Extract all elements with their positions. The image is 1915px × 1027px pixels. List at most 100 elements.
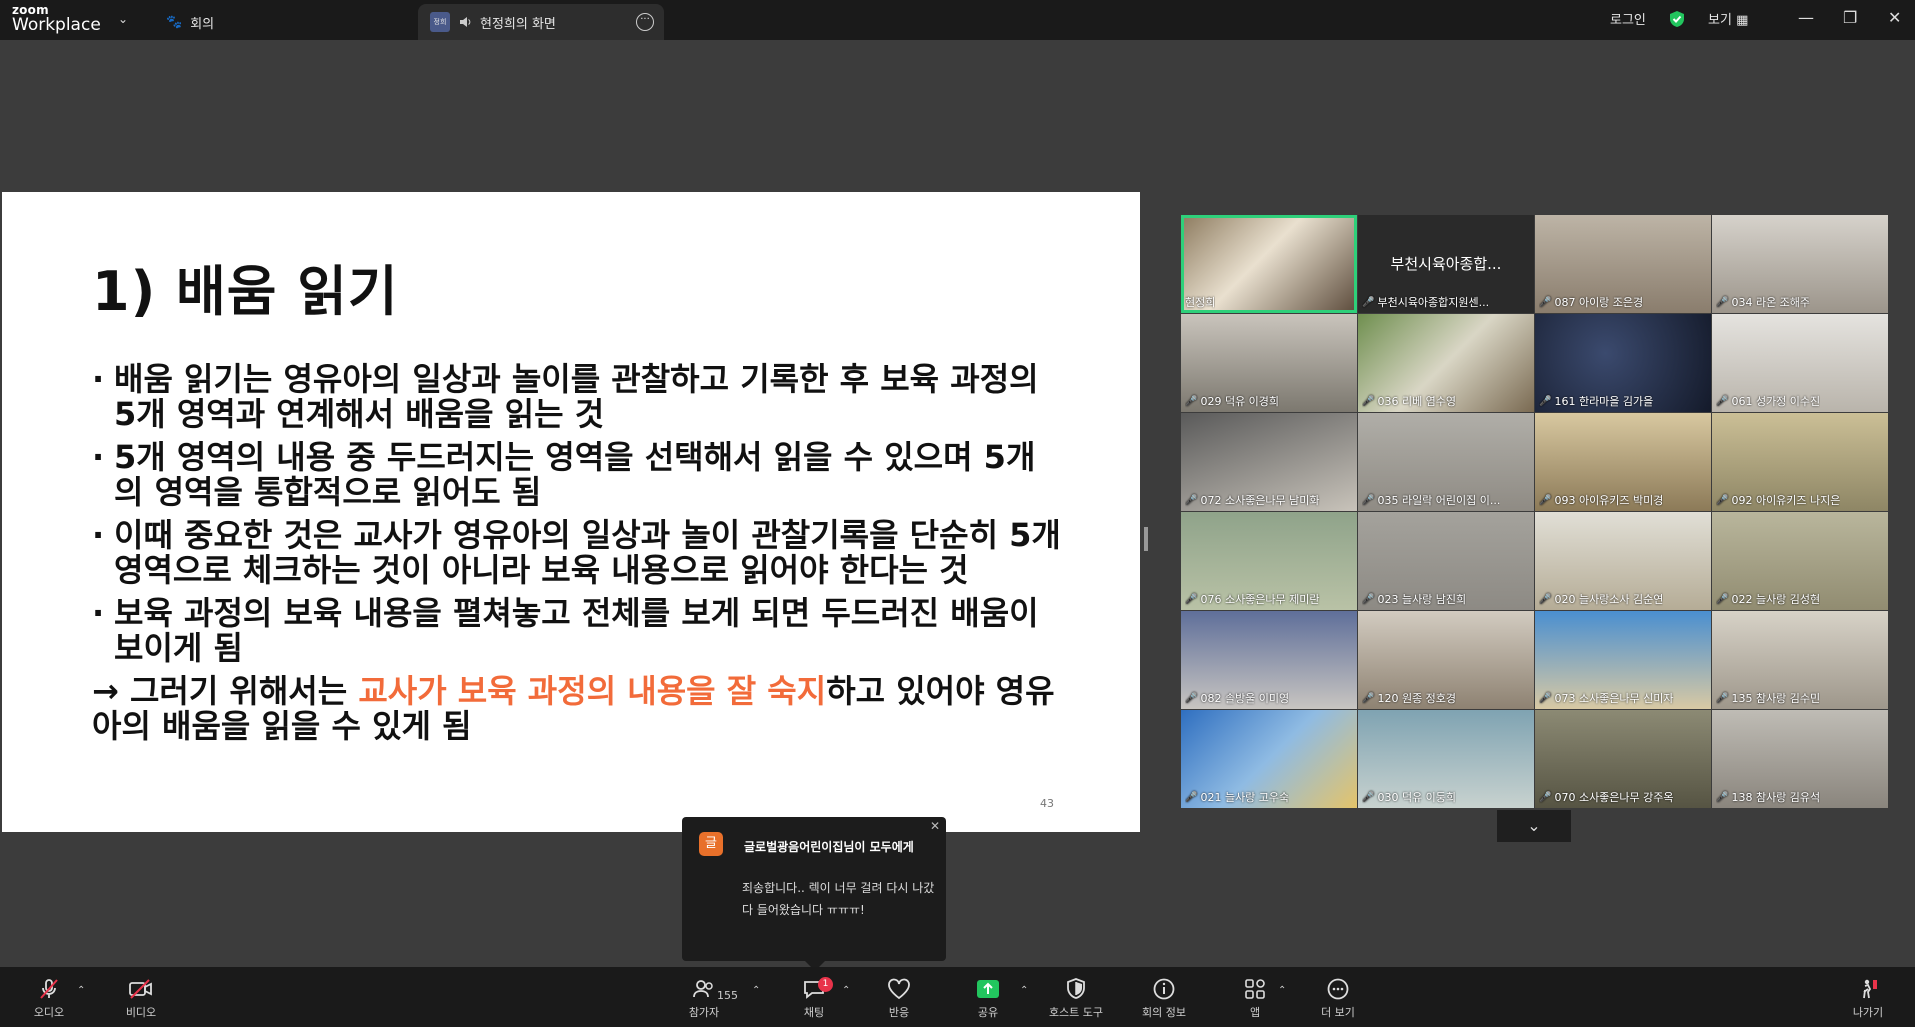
split-resize-handle[interactable]: [1144, 527, 1148, 551]
host-tools-label: 호스트 도구: [1048, 1006, 1104, 1019]
participant-tile[interactable]: 🎤 029 덕유 이경희: [1181, 314, 1357, 412]
tab-meeting[interactable]: 🐾 회의: [166, 4, 214, 40]
apps-options-caret[interactable]: ⌃: [1278, 985, 1286, 996]
participant-tile[interactable]: 🎤 161 한라마을 김가을: [1535, 314, 1711, 412]
minimize-icon[interactable]: —: [1798, 8, 1814, 27]
close-icon[interactable]: ✕: [930, 819, 940, 833]
share-options-caret[interactable]: ⌃: [1020, 985, 1028, 996]
participant-name: 161 한라마을 김가을: [1554, 395, 1654, 408]
participant-tile[interactable]: 🎤 061 성가정 이수진: [1712, 314, 1888, 412]
mic-muted-icon: 🎤: [1716, 494, 1729, 506]
chat-button[interactable]: 1 채팅: [774, 975, 854, 1020]
participant-name: 부천시육아종합지원센...: [1377, 296, 1490, 309]
brand-bottom: Workplace: [12, 15, 101, 35]
participants-button[interactable]: 155 참가자: [664, 975, 744, 1020]
share-button[interactable]: 공유: [948, 975, 1028, 1020]
participant-tile[interactable]: 🎤 087 아이랑 조은경: [1535, 215, 1711, 313]
participant-name: 135 참사랑 김수민: [1731, 692, 1821, 705]
participant-name: 029 덕유 이경희: [1200, 395, 1280, 408]
tab-meeting-label: 회의: [190, 16, 215, 32]
mic-muted-icon: 🎤: [1362, 395, 1375, 407]
chat-label: 채팅: [803, 1006, 825, 1019]
slide-bullet: · 5개 영역의 내용 중 두드러지는 영역을 선택해서 읽을 수 있으며 5개의…: [92, 440, 1062, 510]
mic-muted-icon: 🎤: [1539, 395, 1552, 407]
participant-name: 138 참사랑 김유석: [1731, 791, 1821, 804]
tab-screen-share[interactable]: 정희 현정희의 화면 ···: [418, 4, 664, 40]
participant-tile[interactable]: 🎤 034 라온 조해주: [1712, 215, 1888, 313]
participant-tile[interactable]: 🎤 072 소사좋은나무 남미화: [1181, 413, 1357, 511]
participant-tile[interactable]: 🎤 138 참사랑 김유석: [1712, 710, 1888, 808]
participant-tile[interactable]: 🎤 021 늘사랑 고우숙: [1181, 710, 1357, 808]
participant-name-label: 🎤 070 소사좋은나무 강주옥: [1539, 789, 1674, 805]
video-gallery: 현정희 부천시육아종합... 🎤 부천시육아종합지원센... 🎤 087 아이랑 조은경 🎤…: [1181, 215, 1888, 808]
login-link[interactable]: 로그인: [1610, 9, 1646, 28]
leave-button[interactable]: 나가기: [1828, 975, 1908, 1020]
view-menu[interactable]: 보기 ▦: [1708, 9, 1748, 28]
participant-tile[interactable]: 부천시육아종합... 🎤 부천시육아종합지원센...: [1358, 215, 1534, 313]
chat-unread-badge: 1: [818, 977, 833, 992]
participant-tile[interactable]: 🎤 020 늘사랑소사 김순연: [1535, 512, 1711, 610]
zoom-workplace-logo[interactable]: zoom Workplace: [12, 4, 101, 34]
participant-name-label: 🎤 061 성가정 이수진: [1716, 393, 1820, 409]
participant-name-label: 🎤 030 덕유 이둥희: [1362, 789, 1456, 805]
shield-check-icon[interactable]: [1668, 10, 1686, 28]
participant-name: 073 소사좋은나무 신미자: [1554, 692, 1674, 705]
more-icon[interactable]: ···: [636, 13, 654, 31]
participant-name: 076 소사좋은나무 제미란: [1200, 593, 1320, 606]
audio-button[interactable]: 오디오: [9, 975, 89, 1020]
gallery-next-page-button[interactable]: ⌄: [1497, 810, 1571, 842]
chat-sender-avatar: 글: [699, 832, 723, 856]
mic-muted-icon: 🎤: [1362, 593, 1375, 605]
participant-tile[interactable]: 🎤 093 아이유키즈 박미경: [1535, 413, 1711, 511]
mic-muted-icon: 🎤: [1539, 296, 1552, 308]
participant-display-name: 부천시육아종합...: [1390, 255, 1502, 273]
participant-tile[interactable]: 🎤 076 소사좋은나무 제미란: [1181, 512, 1357, 610]
participant-tile[interactable]: 🎤 030 덕유 이둥희: [1358, 710, 1534, 808]
mic-muted-icon: 🎤: [1539, 593, 1552, 605]
participant-name: 020 늘사랑소사 김순연: [1554, 593, 1664, 606]
chat-options-caret[interactable]: ⌃: [842, 985, 850, 996]
mic-muted-icon: 🎤: [1716, 692, 1729, 704]
apps-button[interactable]: 앱: [1215, 975, 1295, 1020]
audio-options-caret[interactable]: ⌃: [77, 985, 85, 996]
participant-name-label: 🎤 092 아이유키즈 나지은: [1716, 492, 1840, 508]
meeting-toolbar: 오디오 ⌃ 비디오 155 참가자 ⌃ 1 채팅 ⌃ 반응 공유 ⌃ 호스트 도…: [0, 967, 1915, 1027]
participant-name-label: 🎤 135 참사랑 김수민: [1716, 690, 1820, 706]
meeting-info-button[interactable]: 회의 정보: [1124, 975, 1204, 1020]
video-off-icon: [129, 979, 152, 999]
participant-name-label: 🎤 023 늘사랑 남진희: [1362, 591, 1466, 607]
share-screen-icon: [977, 980, 999, 998]
chevron-down-icon[interactable]: ⌄: [118, 12, 128, 26]
participant-name: 023 늘사랑 남진희: [1377, 593, 1467, 606]
participant-tile[interactable]: 현정희: [1181, 215, 1357, 313]
close-icon[interactable]: ✕: [1888, 8, 1901, 27]
participant-tile[interactable]: 🎤 135 참사랑 김수민: [1712, 611, 1888, 709]
reactions-button[interactable]: 반응: [859, 975, 939, 1020]
mic-muted-icon: 🎤: [1185, 494, 1198, 506]
participant-tile[interactable]: 🎤 120 원종 정호경: [1358, 611, 1534, 709]
participant-tile[interactable]: 🎤 023 늘사랑 남진희: [1358, 512, 1534, 610]
participant-name-label: 🎤 120 원종 정호경: [1362, 690, 1456, 706]
chat-notification[interactable]: 글 글로벌광음어린이집님이 모두에게 ✕ 죄송합니다.. 렉이 너무 걸려 다시…: [682, 817, 946, 971]
restore-icon[interactable]: ❐: [1843, 8, 1857, 27]
slide-bullet: · 배움 읽기는 영유아의 일상과 놀이를 관찰하고 기록한 후 보육 과정의 5…: [92, 362, 1062, 432]
leave-label: 나가기: [1852, 1006, 1884, 1019]
mic-muted-icon: 🎤: [1716, 296, 1729, 308]
participant-name-label: 🎤 072 소사좋은나무 남미화: [1185, 492, 1320, 508]
host-tools-button[interactable]: 호스트 도구: [1036, 975, 1116, 1020]
participant-tile[interactable]: 🎤 036 리베 염수영: [1358, 314, 1534, 412]
participants-options-caret[interactable]: ⌃: [752, 985, 760, 996]
slide-bullet: · 보육 과정의 보육 내용을 펼쳐놓고 전체를 보게 되면 두드러진 배움이 보…: [92, 596, 1062, 666]
more-button[interactable]: 더 보기: [1298, 975, 1378, 1020]
mic-muted-icon: 🎤: [1185, 791, 1198, 803]
participant-tile[interactable]: 🎤 035 라일락 어린이집 이...: [1358, 413, 1534, 511]
participant-tile[interactable]: 🎤 073 소사좋은나무 신미자: [1535, 611, 1711, 709]
bullet-text: 이때 중요한 것은 교사가 영유아의 일상과 놀이 관찰기록을 단순히 5개 영…: [114, 516, 1061, 589]
participant-tile[interactable]: 🎤 092 아이유키즈 나지은: [1712, 413, 1888, 511]
participant-tile[interactable]: 🎤 070 소사좋은나무 강주옥: [1535, 710, 1711, 808]
participant-tile[interactable]: 🎤 082 솔방울 이미영: [1181, 611, 1357, 709]
participant-name: 036 리베 염수영: [1377, 395, 1457, 408]
participant-tile[interactable]: 🎤 022 늘사랑 김성현: [1712, 512, 1888, 610]
video-button[interactable]: 비디오: [101, 975, 181, 1020]
participant-name: 022 늘사랑 김성현: [1731, 593, 1821, 606]
